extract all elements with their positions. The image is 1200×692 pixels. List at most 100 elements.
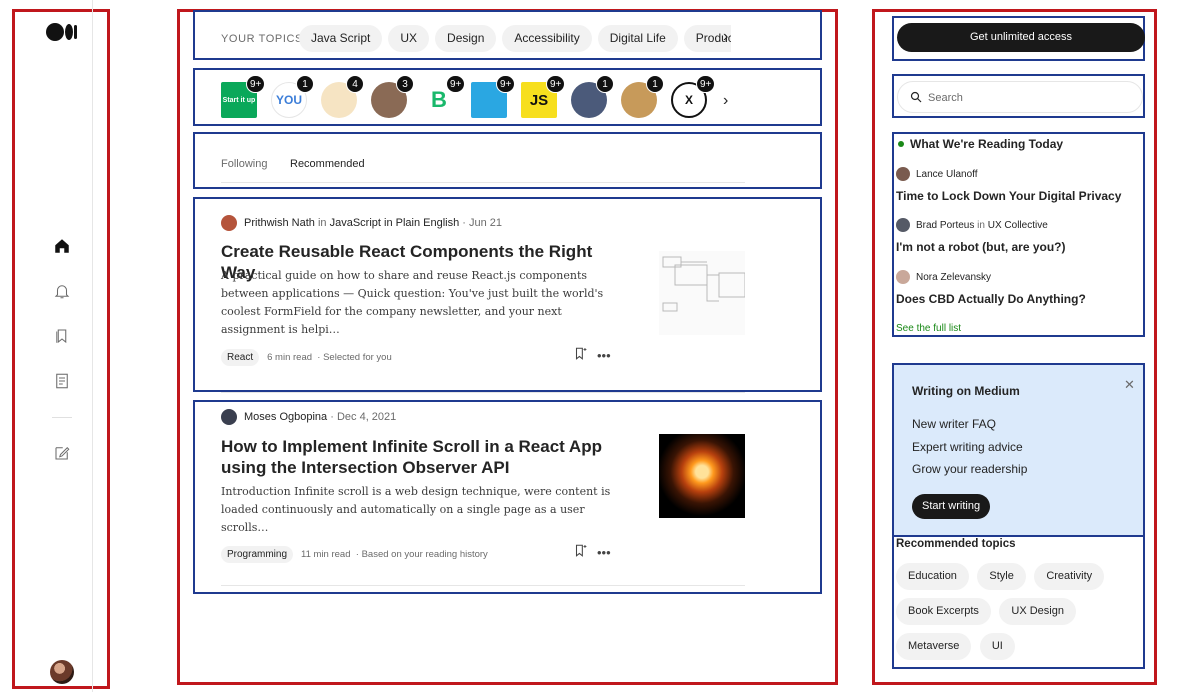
followed-publications: Start it up 9+ YOU 1 4 3 B 9+ 9+ JS 9+ 1 1 X 9+ › [193, 68, 822, 126]
reading-item-title[interactable]: Time to Lock Down Your Digital Privacy [896, 189, 1121, 203]
article-card[interactable]: Prithwish Nath in JavaScript in Plain En… [193, 197, 822, 393]
author-avatar[interactable] [896, 270, 910, 284]
search-input[interactable] [928, 88, 1128, 108]
article-meta: Prithwish Nath in JavaScript in Plain En… [221, 215, 502, 231]
left-rail-annotation [12, 9, 110, 689]
grow-readership-link[interactable]: Grow your readership [912, 462, 1027, 476]
article-excerpt[interactable]: Introduction Infinite scroll is a web de… [221, 483, 616, 537]
article-meta: Moses Ogbopina · Dec 4, 2021 [221, 409, 396, 425]
write-icon[interactable] [52, 443, 72, 463]
reading-item-author: Brad Porteus in UX Collective [896, 218, 1048, 232]
recommended-topic-pills: Education Style Creativity Book Excerpts… [896, 563, 1136, 668]
read-time: 11 min read [301, 549, 351, 560]
publication-avatar[interactable]: 1 [571, 75, 614, 118]
topic-pill[interactable]: UX [388, 25, 430, 52]
publication-avatar[interactable]: B 9+ [421, 75, 466, 118]
publication-avatar[interactable]: 4 [321, 75, 364, 118]
bookmarks-icon[interactable] [52, 326, 72, 346]
author-avatar[interactable] [221, 409, 237, 425]
reading-heading: What We're Reading Today [898, 137, 1063, 151]
home-icon[interactable] [52, 236, 72, 256]
rail-separator [52, 417, 72, 418]
read-time: 6 min read [267, 352, 313, 363]
publication-avatar[interactable]: 3 [371, 75, 414, 118]
topic-pill[interactable]: Accessibility [502, 25, 592, 52]
author-name[interactable]: Lance Ulanoff [916, 169, 978, 180]
feed-tabs: Following Recommended [193, 132, 822, 189]
reading-item-author: Nora Zelevansky [896, 270, 991, 284]
article-tag[interactable]: React [221, 349, 260, 366]
publication-avatar[interactable]: 9+ [471, 75, 516, 118]
recommended-topic-pill[interactable]: Book Excerpts [896, 598, 991, 625]
recommended-topic-pill[interactable]: Metaverse [896, 633, 972, 660]
article-tag[interactable]: Programming [221, 546, 294, 563]
author-name[interactable]: Moses Ogbopina [244, 411, 327, 423]
unread-count-badge: 3 [396, 75, 414, 93]
publication-avatar[interactable]: Start it up 9+ [221, 75, 266, 118]
unread-count-badge: 1 [596, 75, 614, 93]
search-icon [910, 91, 922, 103]
reading-today-section: What We're Reading Today Lance Ulanoff T… [892, 132, 1145, 337]
author-avatar[interactable] [896, 218, 910, 232]
chevron-right-icon[interactable]: › [723, 28, 728, 46]
topic-pill[interactable]: Design [435, 25, 497, 52]
reading-heading-text: What We're Reading Today [910, 137, 1064, 151]
bookmark-add-icon[interactable] [573, 346, 587, 364]
recommended-topics-section: Recommended topics Education Style Creat… [892, 535, 1145, 669]
more-options-icon[interactable]: ••• [597, 348, 611, 363]
search-field[interactable] [897, 81, 1143, 113]
expert-writing-advice-link[interactable]: Expert writing advice [912, 440, 1023, 454]
publication-avatar[interactable]: YOU 1 [271, 75, 314, 118]
publication-name[interactable]: UX Collective [988, 220, 1048, 231]
article-card[interactable]: Moses Ogbopina · Dec 4, 2021 How to Impl… [193, 400, 822, 594]
tab-recommended[interactable]: Recommended [290, 158, 365, 170]
close-icon[interactable]: ✕ [1124, 377, 1135, 393]
bookmark-add-icon[interactable] [573, 543, 587, 561]
bell-icon[interactable] [52, 281, 72, 301]
author-avatar[interactable] [896, 167, 910, 181]
article-actions: ••• [573, 543, 611, 561]
unread-count-badge: 1 [296, 75, 314, 93]
recommended-topic-pill[interactable]: UX Design [999, 598, 1076, 625]
publication-avatar[interactable]: X 9+ [671, 75, 716, 118]
article-divider [221, 392, 745, 393]
publication-name[interactable]: JavaScript in Plain English [330, 217, 460, 229]
reading-item-title[interactable]: Does CBD Actually Do Anything? [896, 292, 1086, 306]
article-footer: Programming 11 min read · Based on your … [221, 546, 488, 563]
topic-pill[interactable]: Digital Life [597, 25, 678, 52]
article-title[interactable]: How to Implement Infinite Scroll in a Re… [221, 436, 621, 478]
new-writer-faq-link[interactable]: New writer FAQ [912, 417, 996, 431]
publication-avatar[interactable]: JS 9+ [521, 75, 566, 118]
article-thumbnail[interactable] [659, 251, 746, 335]
medium-logo[interactable] [46, 23, 78, 41]
reading-item-title[interactable]: I'm not a robot (but, are you?) [896, 240, 1066, 254]
recommended-topic-pill[interactable]: Creativity [1034, 563, 1105, 590]
unread-count-badge: 9+ [496, 75, 516, 93]
publication-avatar[interactable]: 1 [621, 75, 664, 118]
topic-pill[interactable]: Java Script [299, 25, 383, 52]
recommended-topic-pill[interactable]: Education [896, 563, 969, 590]
article-thumbnail[interactable] [659, 434, 745, 518]
article-excerpt[interactable]: A practical guide on how to share and re… [221, 267, 616, 339]
more-options-icon[interactable]: ••• [597, 545, 611, 560]
start-writing-button[interactable]: Start writing [912, 494, 991, 519]
stories-icon[interactable] [52, 371, 72, 391]
author-name[interactable]: Nora Zelevansky [916, 272, 991, 283]
recommended-topic-pill[interactable]: UI [979, 633, 1015, 660]
topic-pills: Java Script UX Design Accessibility Digital … [299, 25, 731, 53]
unread-count-badge: 9+ [696, 75, 716, 93]
chevron-right-icon[interactable]: › [723, 92, 728, 110]
unread-count-badge: 9+ [246, 75, 266, 93]
author-name[interactable]: Prithwish Nath [244, 217, 315, 229]
article-date: · Dec 4, 2021 [330, 411, 397, 423]
recommended-topic-pill[interactable]: Style [977, 563, 1026, 590]
get-unlimited-access-button[interactable]: Get unlimited access [897, 23, 1145, 52]
author-avatar[interactable] [221, 215, 237, 231]
rail-divider [92, 0, 93, 692]
tab-following[interactable]: Following [221, 158, 267, 170]
see-full-list-link[interactable]: See the full list [896, 323, 961, 334]
author-name[interactable]: Brad Porteus [916, 220, 974, 231]
avatar[interactable] [50, 660, 74, 684]
article-date: · Jun 21 [462, 217, 503, 229]
article-divider [221, 585, 745, 586]
